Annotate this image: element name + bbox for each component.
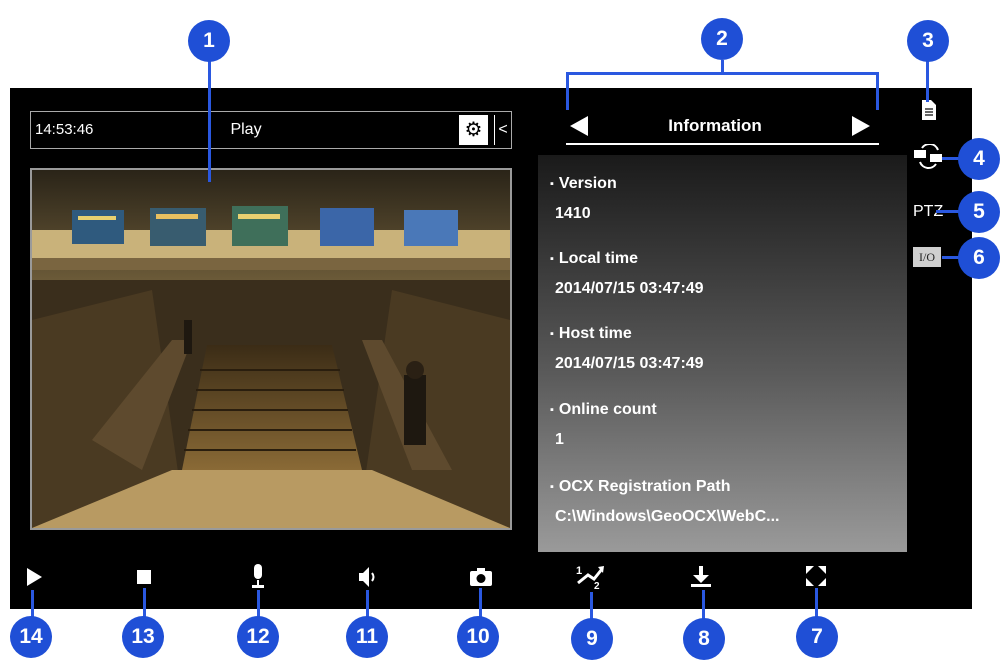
info-value: 1410 — [555, 205, 591, 222]
callout-1: 1 — [188, 20, 230, 62]
speed-icon[interactable]: 1 2 — [576, 563, 606, 591]
gear-icon[interactable]: ⚙ — [459, 115, 488, 145]
callout-2: 2 — [701, 18, 743, 60]
info-local-time: Local time 2014/07/15 03:47:49 — [550, 250, 704, 298]
callout-10: 10 — [457, 616, 499, 658]
callout-5: 5 — [958, 191, 1000, 233]
callout-6: 6 — [958, 237, 1000, 279]
video-view[interactable] — [30, 168, 512, 530]
snapshot-icon[interactable] — [470, 568, 492, 586]
callout-12: 12 — [237, 616, 279, 658]
callout-8: 8 — [683, 618, 725, 660]
svg-text:2: 2 — [594, 581, 600, 591]
panel-next-arrow[interactable] — [852, 116, 870, 136]
io-button[interactable]: I/O — [913, 247, 941, 267]
camera-link-icon[interactable] — [912, 144, 946, 170]
panel-title-underline — [566, 143, 879, 145]
microphone-icon[interactable] — [250, 564, 266, 590]
panel-prev-arrow[interactable] — [570, 116, 588, 136]
chevron-left-icon[interactable]: < — [494, 115, 511, 145]
callout-7: 7 — [796, 616, 838, 658]
callout-4: 4 — [958, 138, 1000, 180]
callout-11: 11 — [346, 616, 388, 658]
play-icon[interactable] — [27, 568, 43, 586]
info-value: 2014/07/15 03:47:49 — [555, 280, 704, 297]
info-label: OCX Registration Path — [550, 478, 730, 495]
info-value: 2014/07/15 03:47:49 — [555, 355, 704, 372]
info-ocx-path: OCX Registration Path C:\Windows\GeoOCX\… — [550, 478, 779, 526]
info-value: C:\Windows\GeoOCX\WebC... — [555, 508, 780, 525]
info-host-time: Host time 2014/07/15 03:47:49 — [550, 325, 704, 373]
info-label: Host time — [550, 325, 632, 342]
info-version: Version 1410 — [550, 175, 617, 223]
info-value: 1 — [555, 431, 564, 448]
speaker-icon[interactable] — [359, 566, 377, 588]
info-label: Online count — [550, 401, 657, 418]
callout-14: 14 — [10, 616, 52, 658]
video-frame — [32, 170, 510, 528]
svg-text:1: 1 — [576, 565, 582, 577]
status-bar: 14:53:46 Play — [30, 111, 512, 149]
stop-icon[interactable] — [137, 570, 151, 584]
callout-3: 3 — [907, 20, 949, 62]
fullscreen-icon[interactable] — [806, 566, 826, 586]
panel-title: Information — [668, 116, 762, 135]
callout-13: 13 — [122, 616, 164, 658]
download-icon[interactable] — [690, 566, 712, 588]
info-online-count: Online count 1 — [550, 401, 657, 449]
info-label: Local time — [550, 250, 638, 267]
info-label: Version — [550, 175, 617, 192]
document-icon[interactable] — [922, 100, 936, 120]
status-mode: Play — [230, 121, 262, 138]
callout-9: 9 — [571, 618, 613, 660]
